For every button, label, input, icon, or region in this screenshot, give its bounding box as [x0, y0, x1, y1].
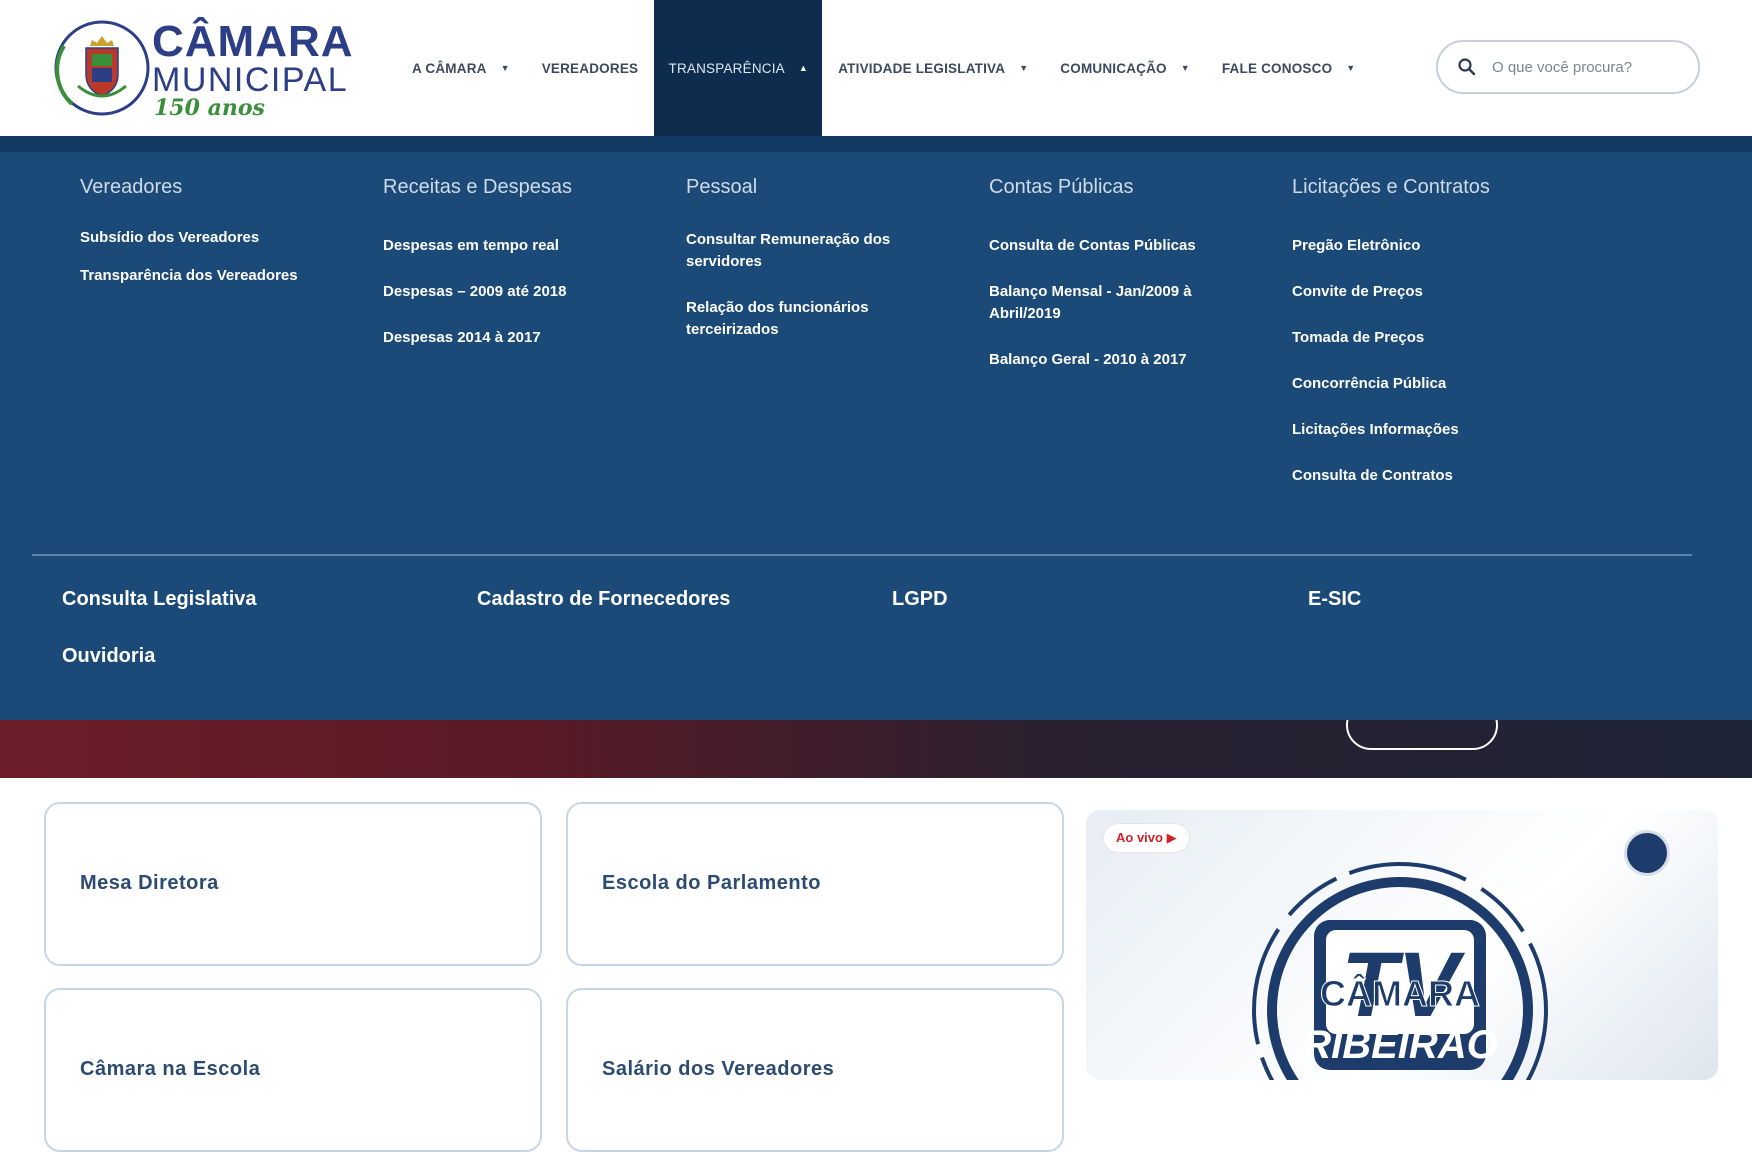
card-camara-na-escola[interactable]: Câmara na Escola [44, 988, 542, 1152]
nav-fale-conosco[interactable]: FALE CONOSCO ▼ [1206, 0, 1372, 136]
tv-logo-ribeirao: RIBEIRÃO [1302, 1021, 1498, 1067]
tv-camara-widget[interactable]: Ao vivo ▶ TV CÂMARA RIBEIRÃO [1086, 810, 1718, 1080]
menu-link[interactable]: Despesas 2014 à 2017 [383, 327, 653, 349]
nav-label: A CÂMARA [412, 60, 487, 76]
menu-link[interactable]: Concorrência Pública [1292, 373, 1562, 395]
logo-title: CÂMARA [152, 17, 354, 66]
menu-link[interactable]: Consulta de Contratos [1292, 465, 1562, 487]
logo-anniversary: 150 anos [154, 95, 265, 121]
search-box[interactable] [1436, 40, 1700, 94]
column-title: Vereadores [80, 176, 183, 198]
menu-link[interactable]: Tomada de Preços [1292, 327, 1562, 349]
menu-column-receitas-despesas: Receitas e Despesas Despesas em tempo re… [383, 176, 653, 373]
nav-label: COMUNICAÇÃO [1060, 60, 1167, 76]
card-salario-vereadores[interactable]: Salário dos Vereadores [566, 988, 1064, 1152]
caret-down-icon: ▼ [1019, 63, 1029, 73]
card-mesa-diretora[interactable]: Mesa Diretora [44, 802, 542, 966]
city-seal-icon [54, 20, 150, 116]
menu-link[interactable]: Balanço Mensal - Jan/2009 à Abril/2019 [989, 281, 1239, 325]
menu-column-licitacoes-contratos: Licitações e Contratos Pregão Eletrônico… [1292, 176, 1562, 511]
column-title: Pessoal [686, 176, 758, 198]
mega-menu-top-border [0, 136, 1752, 152]
nav-label: ATIVIDADE LEGISLATIVA [838, 60, 1006, 76]
search-input[interactable] [1490, 57, 1694, 77]
nav-label: TRANSPARÊNCIA [668, 60, 785, 76]
menu-link[interactable]: Despesas em tempo real [383, 235, 653, 257]
nav-label: VEREADORES [541, 60, 639, 76]
link-e-sic[interactable]: E-SIC [1308, 588, 1361, 611]
caret-down-icon: ▼ [1180, 63, 1190, 73]
caret-up-icon: ▲ [798, 63, 808, 73]
site-header: CÂMARA MUNICIPAL 150 anos A CÂMARA ▼ VER… [0, 0, 1752, 136]
logo-wordmark: CÂMARA MUNICIPAL 150 anos [152, 17, 354, 121]
card-label: Escola do Parlamento [602, 872, 821, 894]
link-ouvidoria[interactable]: Ouvidoria [62, 645, 155, 668]
transparencia-mega-menu: Vereadores Subsídio dos Vereadores Trans… [0, 136, 1752, 720]
hero-banner [0, 720, 1752, 778]
menu-column-contas-publicas: Contas Públicas Consulta de Contas Públi… [989, 176, 1239, 395]
card-label: Câmara na Escola [80, 1058, 261, 1080]
column-title: Licitações e Contratos [1292, 176, 1490, 198]
menu-link[interactable]: Relação dos funcionários terceirizados [686, 297, 936, 341]
menu-link[interactable]: Balanço Geral - 2010 à 2017 [989, 349, 1239, 371]
menu-link[interactable]: Transparência dos Vereadores [80, 265, 350, 287]
menu-link[interactable]: Convite de Preços [1292, 281, 1562, 303]
mega-menu-divider [32, 554, 1692, 556]
menu-column-vereadores: Vereadores Subsídio dos Vereadores Trans… [80, 176, 350, 303]
menu-column-pessoal: Pessoal Consultar Remuneração dos servid… [686, 176, 936, 365]
link-cadastro-fornecedores[interactable]: Cadastro de Fornecedores [477, 588, 730, 611]
nav-label: FALE CONOSCO [1221, 60, 1333, 76]
search-icon[interactable] [1458, 58, 1476, 76]
nav-transparencia[interactable]: TRANSPARÊNCIA ▲ [654, 0, 823, 136]
menu-link[interactable]: Despesas – 2009 até 2018 [383, 281, 653, 303]
column-title: Receitas e Despesas [383, 176, 572, 198]
card-label: Mesa Diretora [80, 872, 219, 894]
nav-atividade-legislativa[interactable]: ATIVIDADE LEGISLATIVA ▼ [822, 0, 1044, 136]
menu-link[interactable]: Subsídio dos Vereadores [80, 227, 350, 249]
tv-logo-camara: CÂMARA [1320, 972, 1480, 1014]
link-consulta-legislativa[interactable]: Consulta Legislativa [62, 588, 257, 611]
caret-down-icon: ▼ [1346, 63, 1356, 73]
nav-a-camara[interactable]: A CÂMARA ▼ [396, 0, 526, 136]
caret-down-icon: ▼ [500, 63, 510, 73]
menu-link[interactable]: Consultar Remuneração dos servidores [686, 229, 936, 273]
main-nav: A CÂMARA ▼ VEREADORES TRANSPARÊNCIA ▲ AT… [396, 0, 1371, 136]
column-title: Contas Públicas [989, 176, 1134, 198]
nav-comunicacao[interactable]: COMUNICAÇÃO ▼ [1044, 0, 1206, 136]
nav-vereadores[interactable]: VEREADORES [526, 0, 655, 136]
link-lgpd[interactable]: LGPD [892, 588, 948, 611]
card-escola-parlamento[interactable]: Escola do Parlamento [566, 802, 1064, 966]
menu-link[interactable]: Consulta de Contas Públicas [989, 235, 1239, 257]
menu-link[interactable]: Pregão Eletrônico [1292, 235, 1562, 257]
card-label: Salário dos Vereadores [602, 1058, 835, 1080]
menu-link[interactable]: Licitações Informações [1292, 419, 1562, 441]
hero-button[interactable] [1346, 720, 1498, 750]
site-logo[interactable]: CÂMARA MUNICIPAL 150 anos [52, 14, 354, 121]
logo-subtitle: MUNICIPAL [152, 61, 349, 99]
tv-camara-logo-icon: TV CÂMARA RIBEIRÃO [1252, 862, 1548, 1080]
